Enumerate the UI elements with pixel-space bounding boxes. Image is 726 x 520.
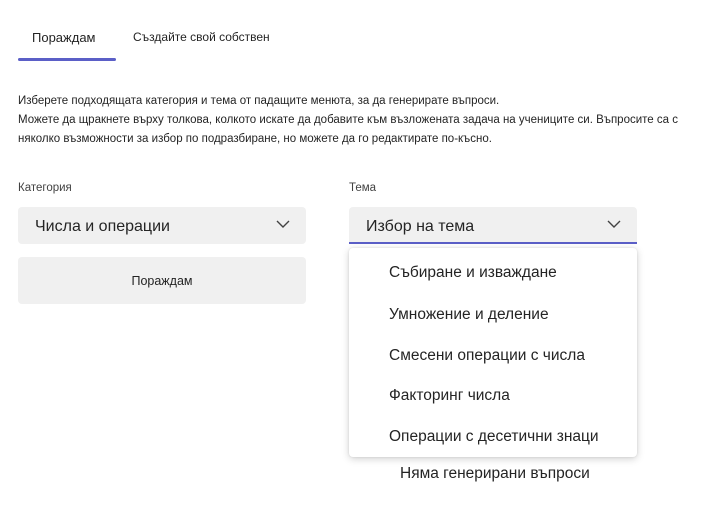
active-tab-indicator [18,58,116,61]
topic-dropdown[interactable]: Избор на тема [349,207,637,244]
generate-button[interactable]: Пораждам [18,257,306,304]
topic-option-factoring[interactable]: Факторинг числа [349,377,637,415]
topic-option-decimals[interactable]: Операции с десетични знаци [349,418,637,456]
instructions-line: Изберете подходящата категория и тема от… [18,95,500,107]
tab-create-your-own[interactable]: Създайте свой собствен [133,30,270,44]
empty-state-message: Няма генерирани въпроси [400,465,590,482]
topic-label: Тема [349,182,377,194]
instructions-line: Можете да щракнете върху толкова, колкот… [18,114,678,126]
topic-option-addition-subtraction[interactable]: Събиране и изваждане [349,254,637,292]
category-dropdown[interactable]: Числа и операции [18,207,306,244]
category-label: Категория [18,182,72,194]
instructions-text: Изберете подходящата категория и тема от… [18,92,718,149]
tab-generate[interactable]: Пораждам [32,30,95,45]
topic-option-mixed-operations[interactable]: Смесени операции с числа [349,337,637,375]
instructions-line: няколко възможности за избор по подразби… [18,133,492,145]
topic-dropdown-menu: Събиране и изваждане Умножение и деление… [349,248,637,457]
chevron-down-icon [276,220,290,228]
topic-selected-value: Избор на тема [366,218,475,235]
category-selected-value: Числа и операции [35,218,170,235]
tab-bar: Пораждам Създайте свой собствен [18,22,418,62]
chevron-down-icon [607,220,621,228]
topic-option-multiplication-division[interactable]: Умножение и деление [349,296,637,334]
